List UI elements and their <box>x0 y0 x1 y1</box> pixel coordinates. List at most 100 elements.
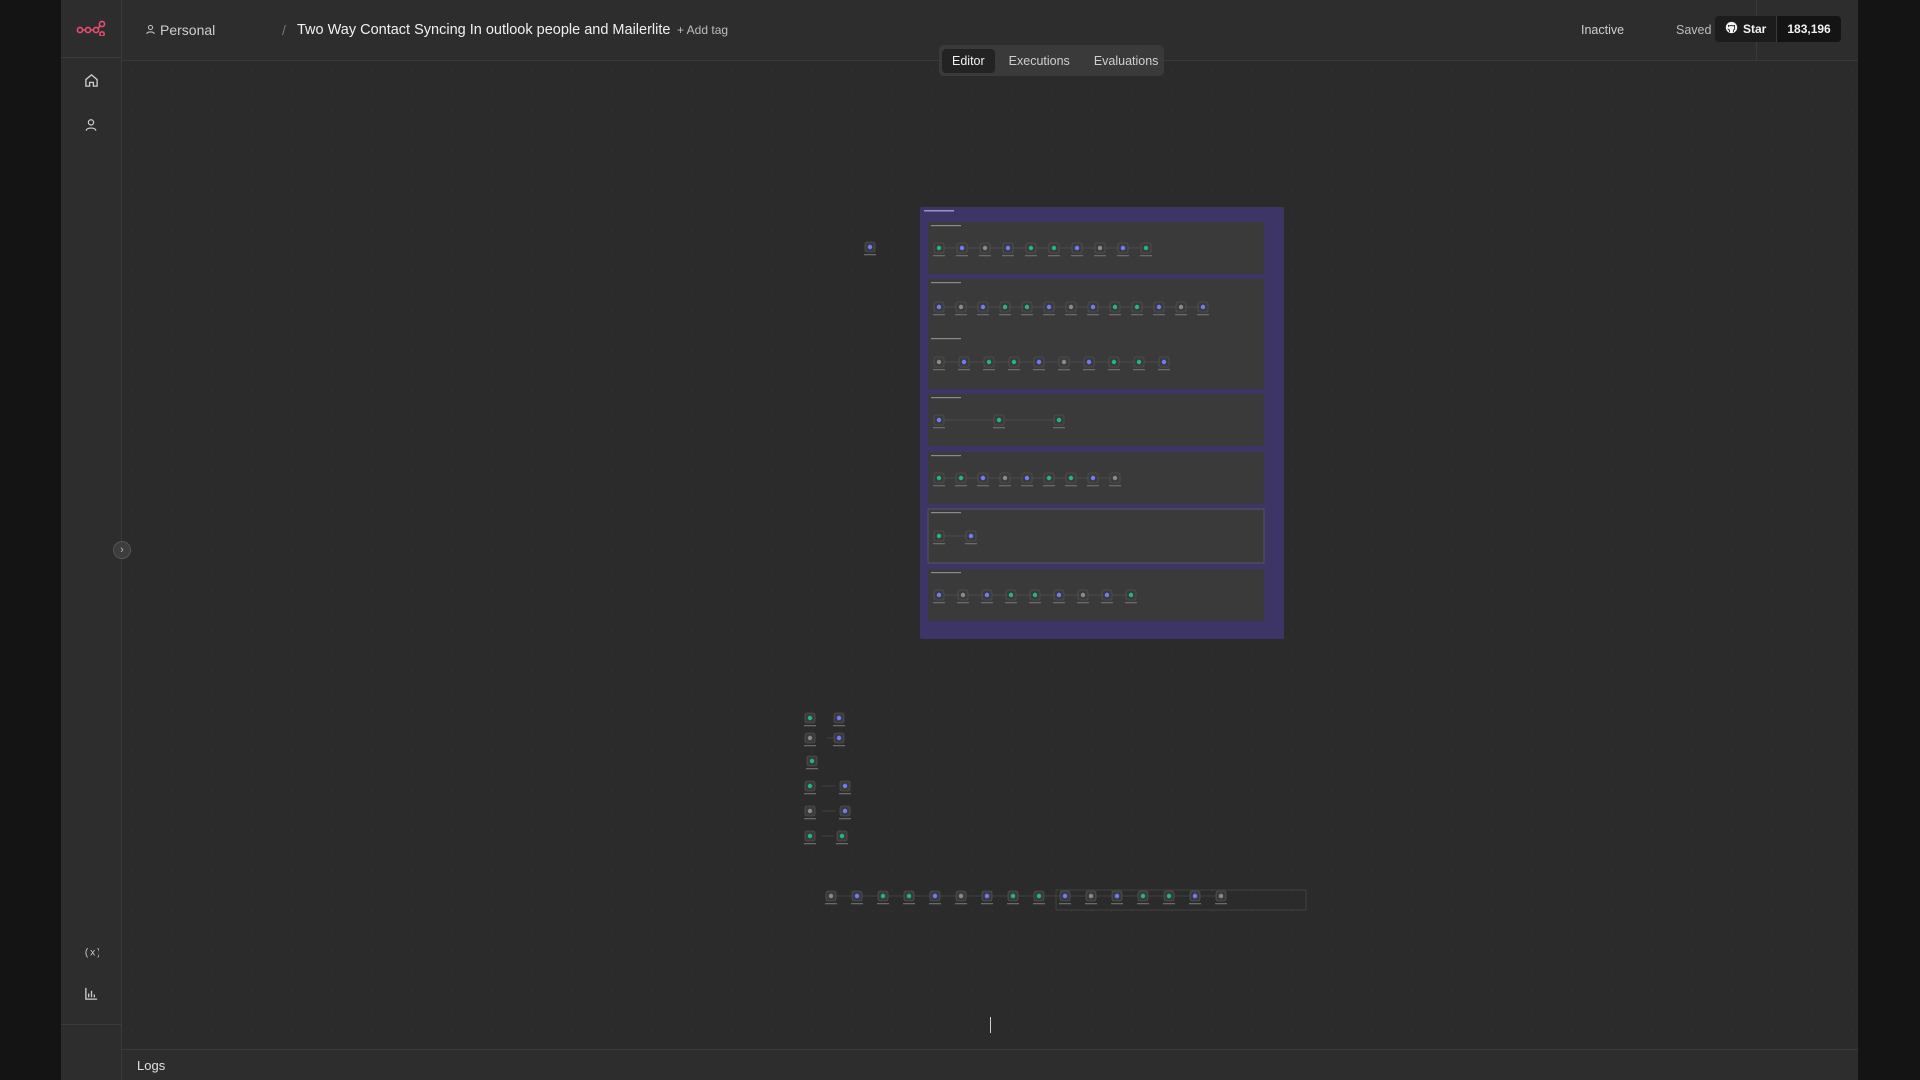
node-icon[interactable] <box>958 304 964 310</box>
node-icon[interactable] <box>809 758 815 764</box>
node-icon[interactable] <box>1032 592 1038 598</box>
node-icon[interactable] <box>1056 592 1062 598</box>
active-status-label[interactable]: Inactive <box>1581 0 1624 60</box>
node-icon[interactable] <box>1011 359 1017 365</box>
node-label-line[interactable] <box>955 485 967 487</box>
node-label-line[interactable] <box>1189 903 1201 905</box>
node-icon[interactable] <box>936 533 942 539</box>
node-icon[interactable] <box>1010 893 1016 899</box>
node-icon[interactable] <box>984 893 990 899</box>
node-icon[interactable] <box>807 735 813 741</box>
node-label-line[interactable] <box>1065 314 1077 316</box>
node-icon[interactable] <box>1111 359 1117 365</box>
node-icon[interactable] <box>807 833 813 839</box>
workflow-title[interactable]: Two Way Contact Syncing In outlook peopl… <box>297 0 670 60</box>
github-star-count[interactable]: 183,196 <box>1777 16 1841 42</box>
node-label-line[interactable] <box>965 543 977 545</box>
node-icon[interactable] <box>982 245 988 251</box>
node-icon[interactable] <box>1112 304 1118 310</box>
node-label-line[interactable] <box>1117 255 1129 257</box>
node-label-line[interactable] <box>804 725 816 727</box>
node-icon[interactable] <box>936 304 942 310</box>
node-icon[interactable] <box>932 893 938 899</box>
node-icon[interactable] <box>1008 592 1014 598</box>
node-icon[interactable] <box>1140 893 1146 899</box>
node-icon[interactable] <box>936 475 942 481</box>
node-label-line[interactable] <box>981 602 993 604</box>
node-icon[interactable] <box>807 808 813 814</box>
node-icon[interactable] <box>836 735 842 741</box>
node-label-line[interactable] <box>933 602 945 604</box>
node-label-line[interactable] <box>1048 255 1060 257</box>
node-icon[interactable] <box>1161 359 1167 365</box>
home-icon[interactable] <box>75 64 107 96</box>
node-label-line[interactable] <box>1125 602 1137 604</box>
node-icon[interactable] <box>1112 475 1118 481</box>
node-label-line[interactable] <box>1029 602 1041 604</box>
node-label-line[interactable] <box>804 793 816 795</box>
node-label-line[interactable] <box>1163 903 1175 905</box>
node-label-line[interactable] <box>1109 485 1121 487</box>
node-icon[interactable] <box>996 417 1002 423</box>
node-label-line[interactable] <box>993 427 1005 429</box>
node-label-line[interactable] <box>839 818 851 820</box>
node-icon[interactable] <box>842 783 848 789</box>
node-label-line[interactable] <box>1111 903 1123 905</box>
node-label-line[interactable] <box>1083 369 1095 371</box>
node-label-line[interactable] <box>1058 369 1070 371</box>
github-star-button[interactable]: Star <box>1715 16 1778 42</box>
node-icon[interactable] <box>1088 893 1094 899</box>
node-icon[interactable] <box>1024 304 1030 310</box>
node-label-line[interactable] <box>836 843 848 845</box>
node-label-line[interactable] <box>977 314 989 316</box>
node-label-line[interactable] <box>1033 903 1045 905</box>
node-label-line[interactable] <box>833 725 845 727</box>
node-icon[interactable] <box>984 592 990 598</box>
node-icon[interactable] <box>1166 893 1172 899</box>
node-icon[interactable] <box>960 592 966 598</box>
node-label-line[interactable] <box>1033 369 1045 371</box>
node-label-line[interactable] <box>1137 903 1149 905</box>
node-label-line[interactable] <box>1094 255 1106 257</box>
node-icon[interactable] <box>1046 304 1052 310</box>
node-label-line[interactable] <box>1071 255 1083 257</box>
github-star-widget[interactable]: Star 183,196 <box>1715 16 1841 42</box>
node-label-line[interactable] <box>1053 427 1065 429</box>
tab-executions[interactable]: Executions <box>999 49 1080 73</box>
node-icon[interactable] <box>1074 245 1080 251</box>
node-icon[interactable] <box>867 244 873 250</box>
node-icon[interactable] <box>839 833 845 839</box>
node-icon[interactable] <box>1128 592 1134 598</box>
node-label-line[interactable] <box>977 485 989 487</box>
node-label-line[interactable] <box>929 903 941 905</box>
node-icon[interactable] <box>1136 359 1142 365</box>
user-icon[interactable] <box>75 109 107 141</box>
node-label-line[interactable] <box>933 314 945 316</box>
node-label-line[interactable] <box>1109 314 1121 316</box>
node-label-line[interactable] <box>1158 369 1170 371</box>
node-label-line[interactable] <box>1043 314 1055 316</box>
node-icon[interactable] <box>1134 304 1140 310</box>
node-icon[interactable] <box>1002 304 1008 310</box>
tab-evaluations[interactable]: Evaluations <box>1084 49 1169 73</box>
node-label-line[interactable] <box>933 543 945 545</box>
node-icon[interactable] <box>1046 475 1052 481</box>
logs-panel-toggle[interactable]: Logs <box>122 1049 1858 1080</box>
node-icon[interactable] <box>986 359 992 365</box>
node-icon[interactable] <box>936 359 942 365</box>
node-icon[interactable] <box>980 475 986 481</box>
node-icon[interactable] <box>961 359 967 365</box>
expand-sidebar-button[interactable]: › <box>113 541 131 559</box>
node-icon[interactable] <box>1051 245 1057 251</box>
node-label-line[interactable] <box>933 427 945 429</box>
node-label-line[interactable] <box>983 369 995 371</box>
node-label-line[interactable] <box>1175 314 1187 316</box>
node-icon[interactable] <box>828 893 834 899</box>
variables-icon[interactable]: (x) <box>75 936 107 968</box>
node-label-line[interactable] <box>833 745 845 747</box>
node-icon[interactable] <box>1080 592 1086 598</box>
node-icon[interactable] <box>880 893 886 899</box>
node-label-line[interactable] <box>1059 903 1071 905</box>
node-label-line[interactable] <box>1053 602 1065 604</box>
node-label-line[interactable] <box>1002 255 1014 257</box>
